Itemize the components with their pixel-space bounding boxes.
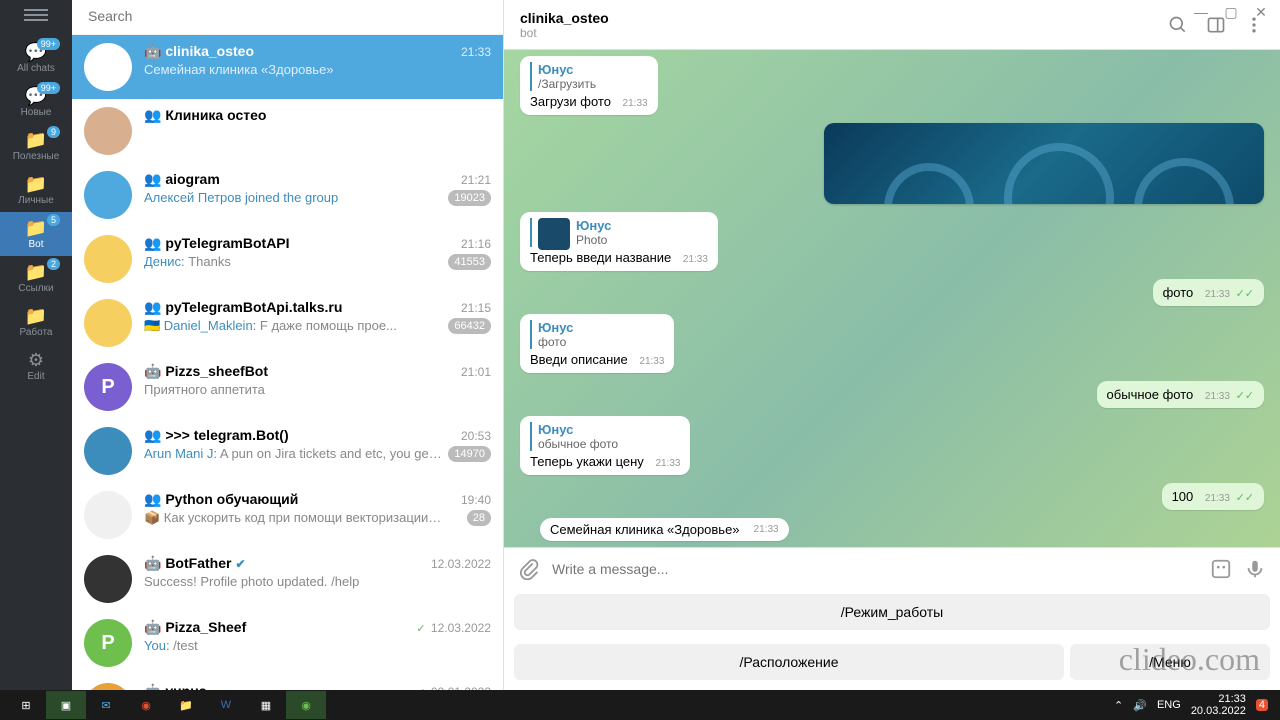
taskbar-app[interactable]: 📁 <box>166 691 206 719</box>
voice-icon[interactable] <box>1244 558 1266 580</box>
read-ticks-icon: ✓✓ <box>1236 492 1254 504</box>
message-out[interactable]: фото 21:33 ✓✓ <box>1153 279 1264 306</box>
bot-keyboard: /Режим_работы <box>504 590 1280 640</box>
search-bar <box>72 0 503 35</box>
chat-item[interactable]: P 🤖 Pizzs_sheefBot21:01 Приятного аппети… <box>72 355 503 419</box>
sticker-icon[interactable] <box>1210 558 1232 580</box>
chat-item[interactable]: P 🤖 Pizza_Sheef✓ 12.03.2022 You: /test <box>72 611 503 675</box>
window-minimize[interactable]: — <box>1190 4 1212 20</box>
kb-button-location[interactable]: /Расположение <box>514 644 1064 680</box>
message-in[interactable]: Юнус фото Введи описание 21:33 <box>520 314 674 373</box>
reply-block: Юнус обычное фото <box>530 422 680 451</box>
chat-item[interactable]: 👥 Клиника остео <box>72 99 503 163</box>
folder-rail: 💬All chats99+💬Новые99+📁Полезные9📁Личные📁… <box>0 0 72 690</box>
taskbar-app[interactable]: ✉ <box>86 691 126 719</box>
message-input-bar <box>504 547 1280 590</box>
rail-item-ссылки[interactable]: 📁Ссылки2 <box>0 256 72 300</box>
message-in[interactable]: Юнус Photo Теперь введи название 21:33 <box>520 212 718 271</box>
chat-item[interactable]: 👥 >>> telegram.Bot()20:53 Arun Mani J: A… <box>72 419 503 483</box>
tray-date[interactable]: 20.03.2022 <box>1191 705 1246 717</box>
tray-time[interactable]: 21:33 <box>1191 693 1246 705</box>
rail-item-новые[interactable]: 💬Новые99+ <box>0 80 72 124</box>
tray-lang[interactable]: ENG <box>1157 699 1181 711</box>
reply-thumb <box>538 218 570 250</box>
taskbar-app[interactable]: W <box>206 691 246 719</box>
message-out[interactable]: 100 21:33 ✓✓ <box>1162 483 1264 510</box>
reply-block: Юнус фото <box>530 320 664 349</box>
window-close[interactable]: ✕ <box>1250 4 1272 20</box>
chat-list: 🤖 clinika_osteo21:33 Семейная клиника «З… <box>72 35 503 690</box>
message-area: Юнус /Загрузить Загрузи фото 21:33 Юнус … <box>504 50 1280 547</box>
chat-header: clinika_osteo bot <box>504 0 1280 50</box>
bot-keyboard-row: /Расположение /Меню <box>504 640 1280 690</box>
rail-item-edit[interactable]: ⚙Edit <box>0 344 72 388</box>
menu-icon[interactable] <box>24 6 48 24</box>
reply-block: Юнус Photo <box>530 218 708 247</box>
rail-item-bot[interactable]: 📁Bot5 <box>0 212 72 256</box>
message-out[interactable]: обычное фото 21:33 ✓✓ <box>1097 381 1264 408</box>
tray-sound-icon[interactable]: 🔊 <box>1133 699 1147 712</box>
kb-button-menu[interactable]: /Меню <box>1070 644 1270 680</box>
chat-item[interactable]: 👥 aiogram21:21 Алексей Петров joined the… <box>72 163 503 227</box>
conversation-panel: clinika_osteo bot Юнус /Загрузить Загруз… <box>504 0 1280 690</box>
chat-title[interactable]: clinika_osteo <box>520 10 609 26</box>
window-maximize[interactable]: ▢ <box>1220 4 1242 20</box>
chat-item[interactable]: 👥 pyTelegramBotAPI21:16 Денис: Thanks415… <box>72 227 503 291</box>
chat-item[interactable]: 🤖 BotFather ✔12.03.2022 Success! Profile… <box>72 547 503 611</box>
taskbar-app[interactable]: ◉ <box>126 691 166 719</box>
rail-item-личные[interactable]: 📁Личные <box>0 168 72 212</box>
tray-notif[interactable]: 4 <box>1256 699 1268 711</box>
chat-item[interactable]: 🤖 clinika_osteo21:33 Семейная клиника «З… <box>72 35 503 99</box>
message-service[interactable]: Семейная клиника «Здоровье» 21:33 <box>540 518 789 541</box>
read-ticks-icon: ✓✓ <box>1236 390 1254 402</box>
message-in[interactable]: Юнус обычное фото Теперь укажи цену 21:3… <box>520 416 690 475</box>
chat-item[interactable]: 👥 pyTelegramBotApi.talks.ru21:15 🇺🇦 Dani… <box>72 291 503 355</box>
message-in[interactable]: Юнус /Загрузить Загрузи фото 21:33 <box>520 56 658 115</box>
start-icon[interactable]: ⊞ <box>6 691 46 719</box>
tray-chevron-icon[interactable]: ⌃ <box>1114 699 1123 712</box>
message-input[interactable] <box>552 561 1198 577</box>
search-input[interactable] <box>88 8 487 24</box>
attach-icon[interactable] <box>518 558 540 580</box>
taskbar-app[interactable]: ◉ <box>286 691 326 719</box>
chat-item[interactable]: Y 🤖 yunus✓ 09.01.2022 /start <box>72 675 503 690</box>
rail-item-all chats[interactable]: 💬All chats99+ <box>0 36 72 80</box>
taskbar-app[interactable]: ▣ <box>46 691 86 719</box>
read-ticks-icon: ✓✓ <box>1236 288 1254 300</box>
rail-item-полезные[interactable]: 📁Полезные9 <box>0 124 72 168</box>
kb-button-mode[interactable]: /Режим_работы <box>514 594 1270 630</box>
message-out-photo[interactable] <box>824 123 1264 204</box>
chat-subtitle: bot <box>520 26 609 40</box>
taskbar-app[interactable]: ▦ <box>246 691 286 719</box>
chat-item[interactable]: 👥 Python обучающий19:40 📦 Как ускорить к… <box>72 483 503 547</box>
chat-list-panel: 🤖 clinika_osteo21:33 Семейная клиника «З… <box>72 0 504 690</box>
rail-item-работа[interactable]: 📁Работа <box>0 300 72 344</box>
taskbar[interactable]: ⊞ ▣ ✉ ◉ 📁 W ▦ ◉ ⌃ 🔊 ENG 21:33 20.03.2022… <box>0 690 1280 720</box>
reply-block: Юнус /Загрузить <box>530 62 648 91</box>
